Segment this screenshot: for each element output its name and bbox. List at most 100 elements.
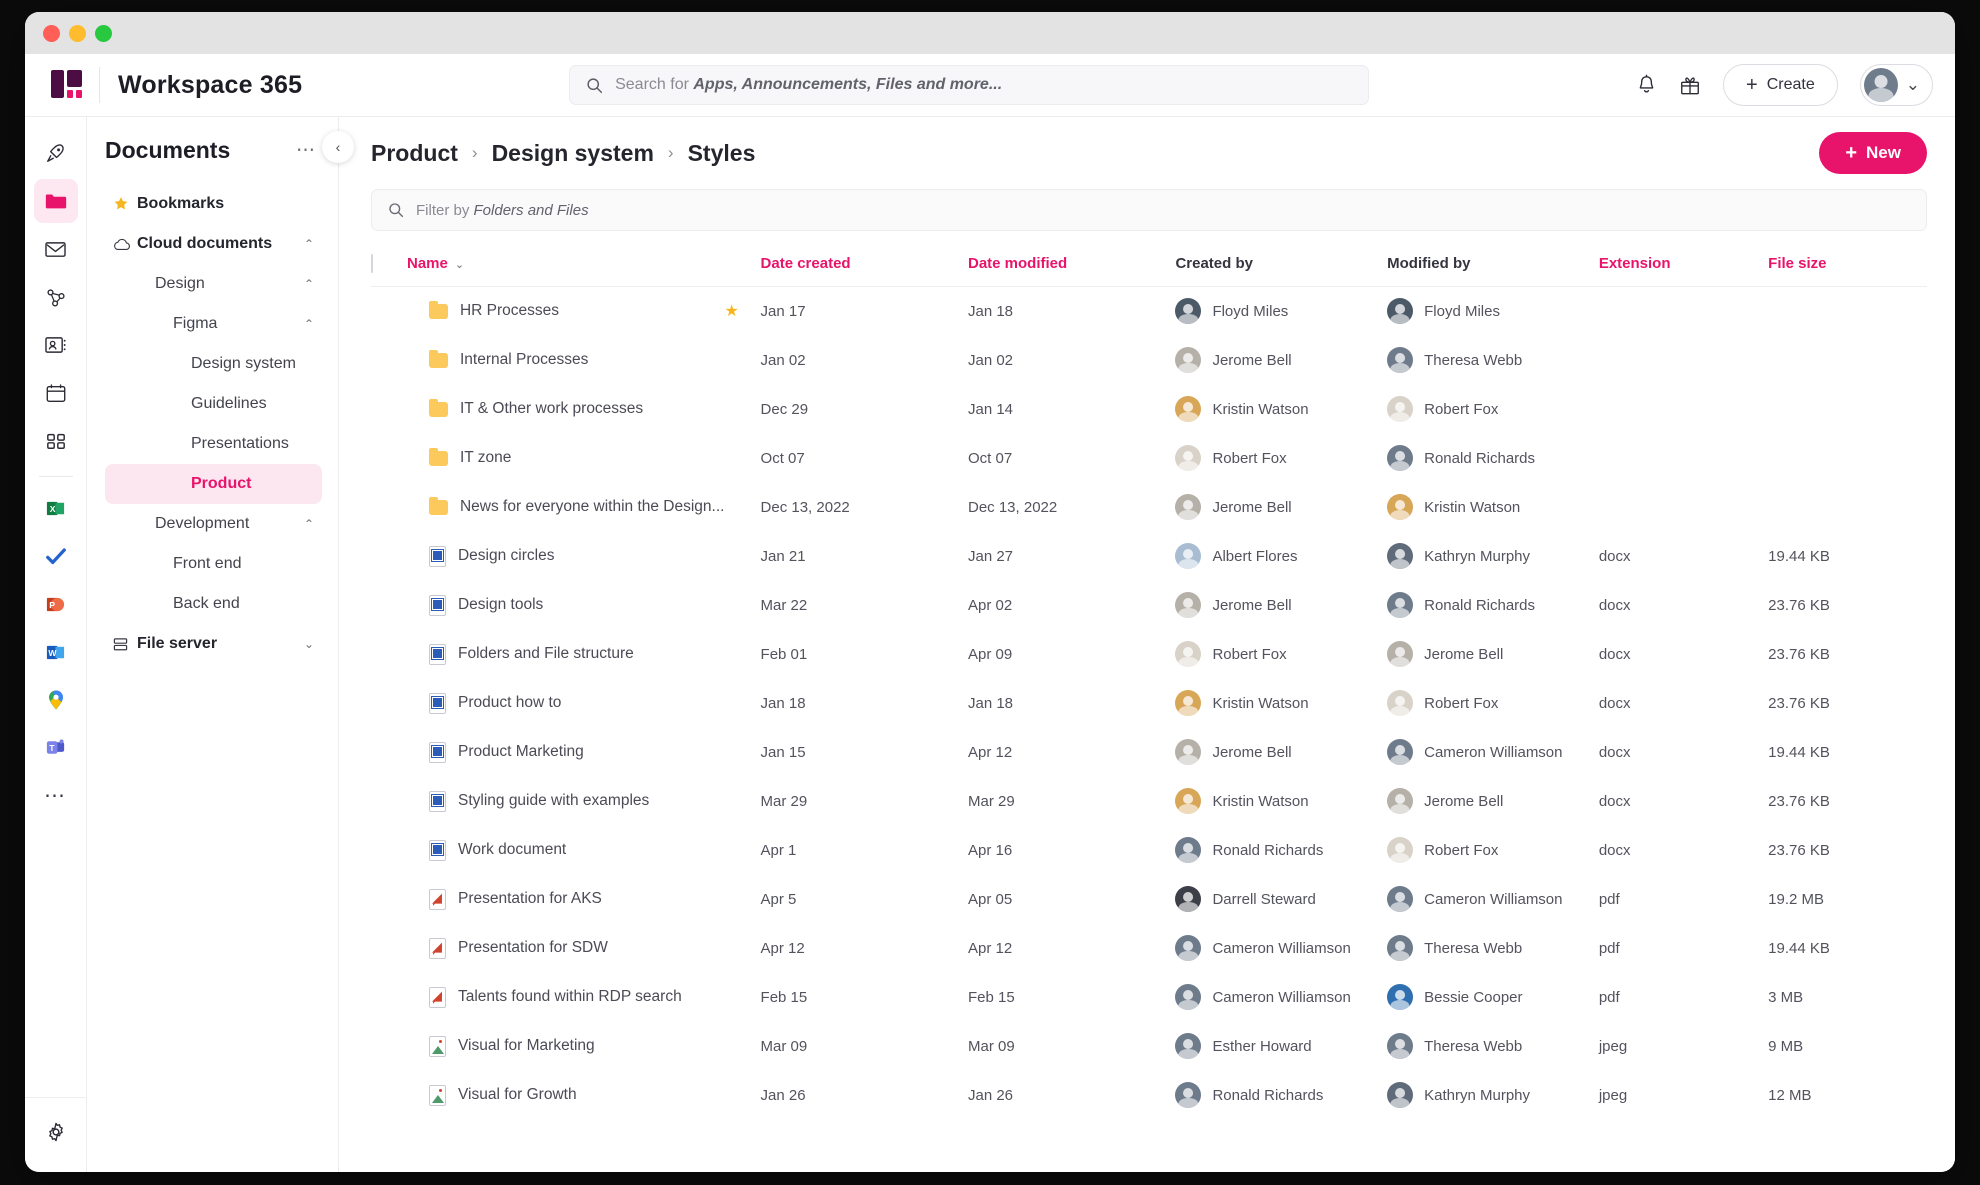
table-row[interactable]: Visual for Growth Jan 26 Jan 26 Ronald Rich… — [371, 1071, 1927, 1120]
nav-item-back-end[interactable]: Back end — [105, 584, 322, 624]
nav-item-product[interactable]: Product — [105, 464, 322, 504]
column-header-name[interactable]: Name ⌄ — [406, 245, 761, 287]
bookmark-cell[interactable] — [725, 924, 761, 973]
create-button[interactable]: + Create — [1723, 64, 1838, 106]
bookmark-cell[interactable] — [725, 336, 761, 385]
chevron-toggle-icon[interactable]: ⌃ — [304, 277, 314, 291]
rail-item-share[interactable] — [34, 275, 78, 319]
file-name-cell[interactable]: Presentation for AKS — [407, 875, 725, 924]
bookmark-cell[interactable] — [725, 1022, 761, 1071]
file-name-cell[interactable]: Presentation for SDW — [407, 924, 725, 973]
file-name-cell[interactable]: Product how to — [407, 679, 725, 728]
search-input[interactable]: Search for Apps, Announcements, Files an… — [569, 65, 1370, 105]
window-close-button[interactable] — [43, 24, 60, 42]
breadcrumb-item-styles[interactable]: Styles — [688, 140, 756, 167]
bookmark-cell[interactable] — [725, 483, 761, 532]
rail-item-excel[interactable]: X — [34, 486, 78, 530]
bookmark-cell[interactable] — [725, 385, 761, 434]
bookmark-cell[interactable] — [725, 875, 761, 924]
rail-item-documents[interactable] — [33, 179, 78, 223]
column-header-created-by[interactable]: Created by — [1175, 245, 1388, 287]
table-row[interactable]: IT & Other work processes Dec 29 Jan 14 Kri… — [371, 385, 1927, 434]
rail-item-rocket[interactable] — [34, 131, 78, 175]
rail-item-word[interactable]: W — [34, 630, 78, 674]
rail-item-powerpoint[interactable]: P — [34, 582, 78, 626]
column-header-modified-by[interactable]: Modified by — [1387, 245, 1599, 287]
table-row[interactable]: IT zone Oct 07 Oct 07 Robert Fox Ronald Rich… — [371, 434, 1927, 483]
rail-item-apps[interactable] — [34, 419, 78, 463]
settings-button[interactable] — [34, 1110, 78, 1154]
bookmark-cell[interactable] — [725, 826, 761, 875]
chevron-toggle-icon[interactable]: ⌃ — [304, 317, 314, 331]
rail-item-more[interactable]: ⋯ — [34, 774, 78, 818]
filter-input[interactable]: Filter by Folders and Files — [371, 189, 1927, 231]
file-name-cell[interactable]: Internal Processes — [407, 336, 725, 385]
file-name-cell[interactable]: Visual for Growth — [407, 1071, 725, 1120]
nav-more-icon[interactable]: ⋯ — [296, 139, 322, 162]
rail-item-contacts[interactable] — [34, 323, 78, 367]
table-row[interactable]: Talents found within RDP search Feb 15 Feb… — [371, 973, 1927, 1022]
nav-item-cloud-documents[interactable]: Cloud documents ⌃ — [105, 224, 322, 264]
window-minimize-button[interactable] — [69, 24, 86, 42]
notifications-button[interactable] — [1636, 74, 1657, 96]
file-name-cell[interactable]: HR Processes — [407, 287, 725, 336]
table-row[interactable]: Design tools Mar 22 Apr 02 Jerome Bell Ronal… — [371, 581, 1927, 630]
table-row[interactable]: Visual for Marketing Mar 09 Mar 09 Esther H… — [371, 1022, 1927, 1071]
breadcrumb-item-design-system[interactable]: Design system — [492, 140, 654, 167]
table-row[interactable]: Work document Apr 1 Apr 16 Ronald Richards R… — [371, 826, 1927, 875]
table-row[interactable]: HR Processes ★ Jan 17 Jan 18 Floyd Miles Floy… — [371, 287, 1927, 336]
file-name-cell[interactable]: IT & Other work processes — [407, 385, 725, 434]
table-row[interactable]: Internal Processes Jan 02 Jan 02 Jerome Bel… — [371, 336, 1927, 385]
file-name-cell[interactable]: Design circles — [407, 532, 725, 581]
gift-button[interactable] — [1679, 74, 1701, 96]
nav-item-figma[interactable]: Figma ⌃ — [105, 304, 322, 344]
bookmark-cell[interactable] — [725, 777, 761, 826]
nav-item-presentations[interactable]: Presentations — [105, 424, 322, 464]
column-header-file-size[interactable]: File size — [1768, 245, 1927, 287]
new-button[interactable]: + New — [1819, 132, 1927, 174]
table-row[interactable]: Presentation for SDW Apr 12 Apr 12 Cameron … — [371, 924, 1927, 973]
window-maximize-button[interactable] — [95, 24, 112, 42]
rail-item-calendar[interactable] — [34, 371, 78, 415]
file-name-cell[interactable]: Talents found within RDP search — [407, 973, 725, 1022]
table-row[interactable]: News for everyone within the Design... De… — [371, 483, 1927, 532]
table-row[interactable]: Product Marketing Jan 15 Apr 12 Jerome Bell… — [371, 728, 1927, 777]
bookmark-cell[interactable] — [725, 679, 761, 728]
nav-item-design[interactable]: Design ⌃ — [105, 264, 322, 304]
nav-item-bookmarks[interactable]: Bookmarks — [105, 184, 322, 224]
file-name-cell[interactable]: Visual for Marketing — [407, 1022, 725, 1071]
chevron-toggle-icon[interactable]: ⌃ — [304, 517, 314, 531]
rail-item-mail[interactable] — [34, 227, 78, 271]
nav-item-front-end[interactable]: Front end — [105, 544, 322, 584]
bookmark-cell[interactable] — [725, 728, 761, 777]
bookmark-cell[interactable] — [725, 1071, 761, 1120]
bookmark-cell[interactable] — [725, 581, 761, 630]
file-name-cell[interactable]: Folders and File structure — [407, 630, 725, 679]
nav-item-file-server[interactable]: File server ⌄ — [105, 624, 322, 664]
table-row[interactable]: Styling guide with examples Mar 29 Mar 29 K… — [371, 777, 1927, 826]
breadcrumb-item-product[interactable]: Product — [371, 140, 458, 167]
sort-caret-icon[interactable]: ⌄ — [455, 259, 464, 271]
bookmark-cell[interactable]: ★ — [725, 287, 761, 336]
table-row[interactable]: Product how to Jan 18 Jan 18 Kristin Watson… — [371, 679, 1927, 728]
nav-item-guidelines[interactable]: Guidelines — [105, 384, 322, 424]
table-row[interactable]: Design circles Jan 21 Jan 27 Albert Flores K… — [371, 532, 1927, 581]
file-name-cell[interactable]: Work document — [407, 826, 725, 875]
bookmark-cell[interactable] — [725, 630, 761, 679]
file-name-cell[interactable]: News for everyone within the Design... — [407, 483, 725, 532]
column-header-date-created[interactable]: Date created — [760, 245, 968, 287]
bookmark-cell[interactable] — [725, 434, 761, 483]
rail-item-todo[interactable] — [34, 534, 78, 578]
column-header-date-modified[interactable]: Date modified — [967, 245, 1176, 287]
chevron-toggle-icon[interactable]: ⌃ — [304, 237, 314, 251]
column-header-extension[interactable]: Extension — [1598, 245, 1769, 287]
select-all-checkbox[interactable] — [371, 254, 373, 273]
nav-item-design-system[interactable]: Design system — [105, 344, 322, 384]
file-name-cell[interactable]: Styling guide with examples — [407, 777, 725, 826]
rail-item-maps[interactable] — [34, 678, 78, 722]
table-row[interactable]: Presentation for AKS Apr 5 Apr 05 Darrell S… — [371, 875, 1927, 924]
app-logo[interactable] — [45, 70, 89, 100]
collapse-panel-button[interactable]: ‹ — [322, 131, 354, 163]
bookmark-cell[interactable] — [725, 532, 761, 581]
file-name-cell[interactable]: Product Marketing — [407, 728, 725, 777]
